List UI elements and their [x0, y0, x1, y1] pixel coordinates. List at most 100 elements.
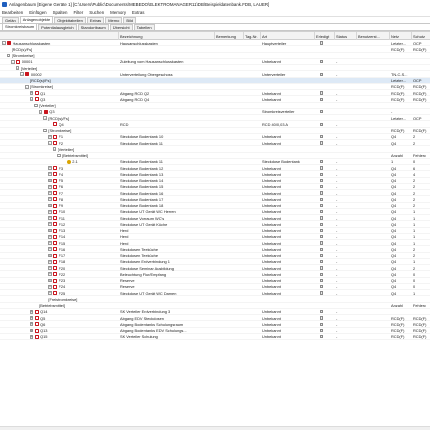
menu-item-0[interactable]: Bearbeiten	[2, 10, 23, 15]
expand-toggle-icon[interactable]: +	[48, 278, 52, 283]
menu-item-1[interactable]: Einfügen	[29, 10, 46, 15]
collapse-toggle-icon[interactable]: -	[6, 53, 11, 58]
done-checkbox[interactable]	[320, 178, 324, 183]
done-checkbox[interactable]	[320, 197, 324, 201]
column-divider[interactable]	[334, 32, 335, 40]
done-checkbox[interactable]	[320, 60, 324, 64]
tab-top-1[interactable]: Anlagenobjekte	[19, 16, 54, 23]
column-divider[interactable]	[214, 32, 215, 40]
menu-item-5[interactable]: Memory	[110, 10, 126, 15]
done-checkbox[interactable]	[320, 166, 324, 170]
tab-top-3[interactable]: Extras	[86, 17, 105, 23]
done-checkbox[interactable]	[320, 191, 324, 195]
expand-toggle-icon[interactable]: +	[29, 316, 34, 320]
expand-toggle-icon[interactable]: +	[48, 272, 52, 277]
done-checkbox[interactable]	[320, 335, 324, 339]
column-divider[interactable]	[314, 32, 315, 40]
horizontal-scrollbar[interactable]	[0, 426, 430, 430]
expand-toggle-icon[interactable]: +	[48, 266, 52, 270]
done-checkbox[interactable]	[320, 316, 324, 320]
column-header-0[interactable]: Bezeichnung	[120, 34, 143, 39]
done-checkbox[interactable]	[320, 222, 324, 226]
column-header-5[interactable]: Status	[336, 34, 347, 39]
done-checkbox[interactable]	[320, 235, 324, 239]
column-header-1[interactable]: Bemerkung	[216, 34, 236, 39]
done-checkbox[interactable]	[320, 72, 324, 76]
collapse-toggle-icon[interactable]: -	[20, 72, 24, 77]
expand-toggle-icon[interactable]: +	[48, 247, 52, 252]
done-checkbox[interactable]	[320, 141, 324, 145]
column-header-4[interactable]: Erledigt	[316, 34, 329, 39]
done-checkbox[interactable]	[320, 241, 324, 245]
expand-toggle-icon[interactable]: +	[48, 166, 52, 170]
expand-toggle-icon[interactable]: +	[48, 228, 52, 233]
done-checkbox[interactable]	[320, 228, 324, 233]
menu-item-6[interactable]: Extras	[132, 10, 144, 15]
done-checkbox[interactable]	[320, 122, 324, 126]
tab-main-3[interactable]: Übersicht	[109, 24, 133, 30]
column-divider[interactable]	[389, 32, 390, 40]
done-checkbox[interactable]	[320, 253, 324, 258]
collapse-toggle-icon[interactable]: -	[43, 128, 47, 133]
collapse-toggle-icon[interactable]: -	[29, 97, 34, 102]
expand-toggle-icon[interactable]: +	[48, 203, 52, 208]
column-divider[interactable]	[260, 32, 261, 40]
done-checkbox[interactable]	[320, 285, 324, 289]
collapse-toggle-icon[interactable]: -	[57, 153, 61, 158]
collapse-toggle-icon[interactable]: -	[48, 141, 52, 145]
done-checkbox[interactable]	[320, 160, 324, 164]
done-checkbox[interactable]	[320, 172, 324, 176]
collapse-toggle-icon[interactable]: -	[43, 116, 47, 120]
column-header-7[interactable]: Netz	[391, 34, 399, 39]
expand-toggle-icon[interactable]: +	[48, 184, 52, 189]
column-divider[interactable]	[243, 32, 244, 40]
done-checkbox[interactable]	[320, 266, 324, 270]
expand-toggle-icon[interactable]: +	[29, 91, 34, 95]
expand-toggle-icon[interactable]: +	[48, 291, 52, 295]
menu-item-3[interactable]: Filter	[74, 10, 84, 15]
expand-toggle-icon[interactable]: +	[48, 134, 52, 139]
done-checkbox[interactable]	[320, 322, 324, 326]
expand-toggle-icon[interactable]: +	[29, 322, 34, 327]
expand-toggle-icon[interactable]: +	[48, 234, 52, 239]
expand-toggle-icon[interactable]: +	[48, 222, 52, 227]
done-checkbox[interactable]	[320, 216, 324, 220]
column-divider[interactable]	[411, 32, 412, 40]
collapse-toggle-icon[interactable]: -	[2, 41, 6, 45]
done-checkbox[interactable]	[320, 91, 324, 95]
collapse-toggle-icon[interactable]: -	[38, 109, 43, 114]
done-checkbox[interactable]	[320, 110, 324, 114]
done-checkbox[interactable]	[320, 247, 324, 251]
expand-toggle-icon[interactable]: +	[48, 197, 52, 202]
done-checkbox[interactable]	[320, 291, 324, 295]
done-checkbox[interactable]	[320, 260, 324, 264]
done-checkbox[interactable]	[320, 97, 324, 101]
menu-item-2[interactable]: Spalten	[53, 10, 68, 15]
menu-item-4[interactable]: Suchen	[89, 10, 104, 15]
tab-top-4[interactable]: Memo	[105, 17, 123, 23]
tab-top-5[interactable]: Bild	[123, 17, 136, 23]
expand-toggle-icon[interactable]: +	[48, 241, 52, 245]
tab-main-1[interactable]: Potentialausgleich	[38, 24, 77, 30]
collapse-toggle-icon[interactable]: -	[15, 66, 20, 70]
done-checkbox[interactable]	[320, 203, 324, 208]
expand-toggle-icon[interactable]: +	[48, 178, 52, 183]
column-header-2[interactable]: Tag-Nr.	[245, 34, 258, 39]
expand-toggle-icon[interactable]: +	[48, 284, 52, 289]
collapse-toggle-icon[interactable]: -	[52, 147, 57, 152]
collapse-toggle-icon[interactable]: -	[25, 84, 29, 89]
expand-toggle-icon[interactable]: +	[48, 191, 52, 195]
column-header-3[interactable]: Art	[262, 34, 267, 39]
done-checkbox[interactable]	[320, 272, 324, 276]
expand-toggle-icon[interactable]: +	[48, 216, 52, 220]
expand-toggle-icon[interactable]: +	[29, 309, 34, 314]
expand-toggle-icon[interactable]: +	[48, 172, 52, 177]
column-divider[interactable]	[356, 32, 357, 40]
done-checkbox[interactable]	[320, 135, 324, 139]
expand-toggle-icon[interactable]: +	[29, 328, 34, 333]
tab-top-2[interactable]: Objekttabellen	[54, 17, 86, 23]
expand-toggle-icon[interactable]: +	[29, 334, 34, 339]
expand-toggle-icon[interactable]: +	[48, 259, 52, 264]
column-header-6[interactable]: Benutzerst...	[358, 34, 380, 39]
done-checkbox[interactable]	[320, 210, 324, 214]
